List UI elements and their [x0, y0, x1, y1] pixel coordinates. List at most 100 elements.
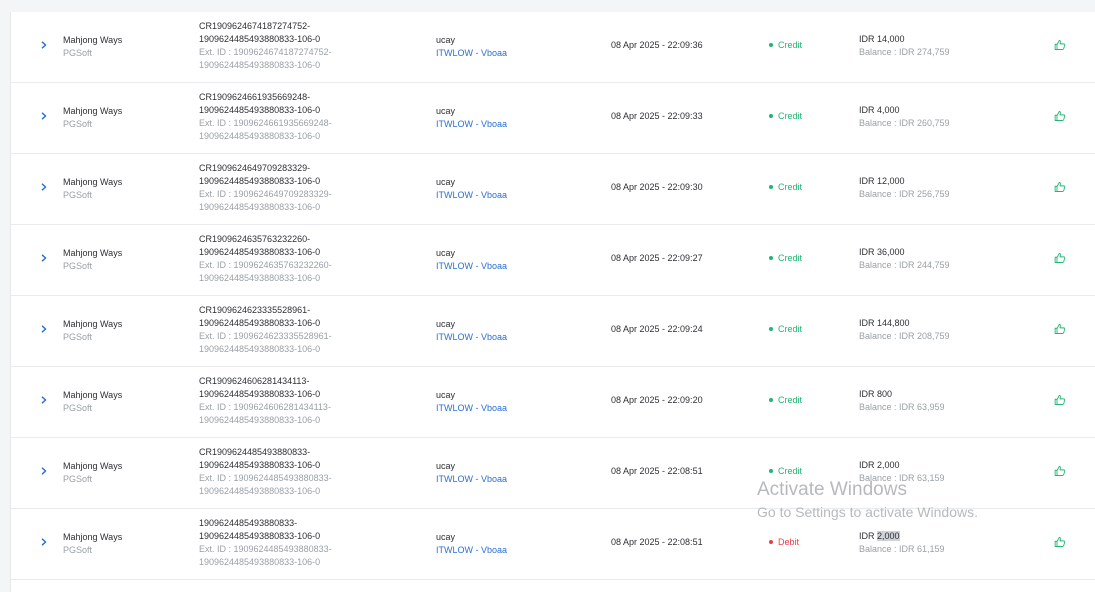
amount-value: 4,000	[877, 105, 900, 115]
transaction-id-line2: 1909624485493880833-106-0	[199, 247, 321, 257]
table-row: Mahjong Ways PGSoft CR190962460628143411…	[11, 367, 1095, 438]
transaction-id-cell: 1909624485493880833- 1909624485493880833…	[199, 517, 349, 569]
agent-link[interactable]: ITWLOW - Vboaa	[436, 544, 507, 557]
agent-link[interactable]: ITWLOW - Vboaa	[436, 189, 507, 202]
transaction-id-cell: CR1909624606281434113- 19096244854938808…	[199, 375, 349, 427]
external-id-line1: Ext. ID : 1909624623335528961-	[199, 331, 332, 341]
user-cell: ucay ITWLOW - Vboaa	[436, 247, 507, 273]
amount-cell: IDR 4,000 Balance : IDR 260,759	[859, 104, 950, 130]
chevron-right-icon[interactable]	[38, 252, 50, 264]
game-cell: Mahjong Ways PGSoft	[63, 389, 122, 415]
table-row: Mahjong Ways PGSoft CR190962448549388083…	[11, 438, 1095, 509]
transaction-id-line1: 1909624485493880833-	[199, 518, 298, 528]
status-dot	[769, 185, 773, 189]
transaction-id-line1: CR1909624635763232260-	[199, 234, 311, 244]
table-row: Mahjong Ways PGSoft CR190962467418727475…	[11, 12, 1095, 83]
game-provider: PGSoft	[63, 332, 93, 342]
status-dot	[769, 398, 773, 402]
amount-value: 144,800	[877, 318, 910, 328]
transaction-type-badge: Credit	[769, 111, 802, 121]
amount-currency: IDR	[859, 176, 877, 186]
game-name: Mahjong Ways	[63, 177, 123, 187]
thumbs-up-icon[interactable]	[1054, 465, 1068, 479]
agent-link[interactable]: ITWLOW - Vboaa	[436, 331, 507, 344]
amount: IDR 2,000	[859, 530, 945, 543]
balance: Balance : IDR 256,759	[859, 189, 950, 199]
thumbs-up-icon[interactable]	[1054, 536, 1068, 550]
thumbs-up-icon[interactable]	[1054, 39, 1068, 53]
amount-cell: IDR 2,000 Balance : IDR 63,159	[859, 459, 945, 485]
transaction-type-label: Credit	[778, 111, 803, 121]
thumbs-up-icon[interactable]	[1054, 110, 1068, 124]
transaction-id-cell: CR1909624623335528961- 19096244854938808…	[199, 304, 349, 356]
chevron-right-icon[interactable]	[38, 394, 50, 406]
transaction-type-badge: Credit	[769, 253, 802, 263]
game-provider: PGSoft	[63, 48, 93, 58]
chevron-right-icon[interactable]	[38, 39, 50, 51]
thumbs-up-icon[interactable]	[1054, 323, 1068, 337]
game-provider: PGSoft	[63, 119, 93, 129]
username: ucay	[436, 35, 456, 45]
transaction-type-badge: Credit	[769, 324, 802, 334]
chevron-right-icon[interactable]	[38, 323, 50, 335]
thumbs-up-icon[interactable]	[1054, 181, 1068, 195]
chevron-right-icon[interactable]	[38, 536, 50, 548]
chevron-right-icon[interactable]	[38, 110, 50, 122]
external-id-line2: 1909624485493880833-106-0	[199, 131, 321, 141]
agent-link[interactable]: ITWLOW - Vboaa	[436, 473, 507, 486]
transaction-type-label: Debit	[778, 537, 800, 547]
transaction-type-badge: Credit	[769, 40, 802, 50]
transaction-id-line1: CR1909624485493880833-	[199, 447, 311, 457]
transaction-id-cell: CR1909624661935669248- 19096244854938808…	[199, 91, 349, 143]
game-provider: PGSoft	[63, 474, 93, 484]
transaction-type-badge: Credit	[769, 466, 802, 476]
balance: Balance : IDR 63,159	[859, 473, 945, 483]
transactions-table: Mahjong Ways PGSoft CR190962467418727475…	[10, 12, 1095, 592]
agent-link[interactable]: ITWLOW - Vboaa	[436, 260, 507, 273]
user-cell: ucay ITWLOW - Vboaa	[436, 318, 507, 344]
balance: Balance : IDR 260,759	[859, 118, 950, 128]
amount-value: 12,000	[877, 176, 905, 186]
external-id-line2: 1909624485493880833-106-0	[199, 273, 321, 283]
game-name: Mahjong Ways	[63, 532, 123, 542]
user-cell: ucay ITWLOW - Vboaa	[436, 531, 507, 557]
transaction-id-line1: CR1909624649709283329-	[199, 163, 311, 173]
transaction-type-label: Credit	[778, 466, 803, 476]
thumbs-up-icon[interactable]	[1054, 252, 1068, 266]
game-cell: Mahjong Ways PGSoft	[63, 247, 122, 273]
thumbs-up-icon[interactable]	[1054, 394, 1068, 408]
table-row: Mahjong Ways PGSoft CR190962466193566924…	[11, 83, 1095, 154]
transaction-id-cell: CR1909624635763232260- 19096244854938808…	[199, 233, 349, 285]
amount-cell: IDR 14,000 Balance : IDR 274,759	[859, 33, 950, 59]
agent-link[interactable]: ITWLOW - Vboaa	[436, 47, 507, 60]
transaction-id-cell: CR1909624649709283329- 19096244854938808…	[199, 162, 349, 214]
user-cell: ucay ITWLOW - Vboaa	[436, 105, 507, 131]
game-cell: Mahjong Ways PGSoft	[63, 105, 122, 131]
chevron-right-icon[interactable]	[38, 465, 50, 477]
game-name: Mahjong Ways	[63, 35, 123, 45]
external-id-line1: Ext. ID : 1909624661935669248-	[199, 118, 332, 128]
amount-cell: IDR 800 Balance : IDR 63,959	[859, 388, 945, 414]
status-dot	[769, 540, 773, 544]
user-cell: ucay ITWLOW - Vboaa	[436, 389, 507, 415]
transaction-type-badge: Credit	[769, 182, 802, 192]
external-id-line1: Ext. ID : 1909624485493880833-	[199, 544, 332, 554]
chevron-right-icon[interactable]	[38, 181, 50, 193]
agent-link[interactable]: ITWLOW - Vboaa	[436, 402, 507, 415]
amount: IDR 36,000	[859, 246, 950, 259]
username: ucay	[436, 390, 456, 400]
agent-link[interactable]: ITWLOW - Vboaa	[436, 118, 507, 131]
game-cell: Mahjong Ways PGSoft	[63, 531, 122, 557]
external-id-line2: 1909624485493880833-106-0	[199, 557, 321, 567]
username: ucay	[436, 106, 456, 116]
game-name: Mahjong Ways	[63, 319, 123, 329]
game-provider: PGSoft	[63, 403, 93, 413]
table-row: Mahjong Ways PGSoft CR190962464970928332…	[11, 154, 1095, 225]
transaction-datetime: 08 Apr 2025 - 22:08:51	[611, 537, 703, 547]
game-cell: Mahjong Ways PGSoft	[63, 176, 122, 202]
balance: Balance : IDR 244,759	[859, 260, 950, 270]
table-row: Mahjong Ways PGSoft CR190962463576323226…	[11, 225, 1095, 296]
transaction-id-line2: 1909624485493880833-106-0	[199, 34, 321, 44]
game-name: Mahjong Ways	[63, 106, 123, 116]
amount-currency: IDR	[859, 247, 877, 257]
